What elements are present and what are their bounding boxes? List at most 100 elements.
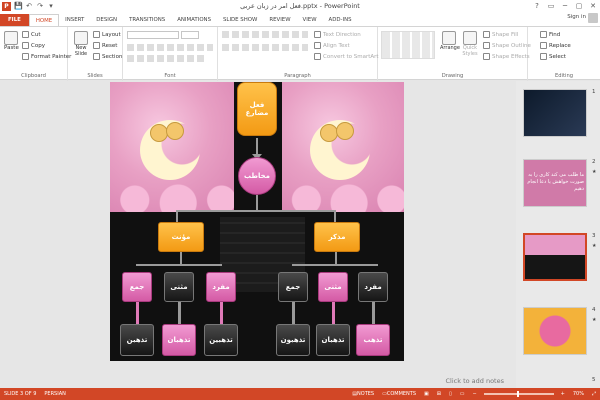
tab-insert[interactable]: INSERT: [59, 14, 90, 26]
arrange-button[interactable]: Arrange: [440, 31, 460, 51]
shape-outline-button[interactable]: Shape Outline: [483, 42, 531, 49]
clipboard-group: Paste Cut Copy Format Painter Clipboard: [0, 27, 71, 81]
tab-view[interactable]: VIEW: [297, 14, 323, 26]
text-direction-button[interactable]: Text Direction: [314, 31, 361, 38]
slide-thumbnail-2[interactable]: ما طلب می کند کاری را به صورت خواهش یا د…: [523, 159, 587, 207]
ribbon-display-icon[interactable]: ▭: [544, 0, 558, 12]
zoom-slider[interactable]: [483, 391, 554, 397]
normal-view-icon[interactable]: ▣: [420, 391, 433, 397]
list-buttons[interactable]: [222, 31, 308, 38]
find-button[interactable]: Find: [540, 31, 560, 38]
tab-transitions[interactable]: TRANSITIONS: [123, 14, 171, 26]
font-family-select[interactable]: [127, 31, 179, 39]
notes-button[interactable]: ▤ NOTES: [348, 391, 378, 397]
font-size-select[interactable]: [181, 31, 199, 39]
left-row2-box[interactable]: تذهبین: [204, 324, 238, 356]
left-row1-box[interactable]: مفرد: [206, 272, 236, 302]
zoom-out-icon[interactable]: −: [468, 391, 480, 397]
connector-line: [176, 210, 178, 222]
arrange-icon: [442, 31, 456, 45]
right-row1-box[interactable]: مثنی: [318, 272, 348, 302]
close-icon[interactable]: ✕: [586, 0, 600, 12]
left-head-box[interactable]: مؤنث: [158, 222, 204, 252]
maximize-icon[interactable]: ▢: [572, 0, 586, 12]
tab-design[interactable]: DESIGN: [90, 14, 123, 26]
slideshow-icon[interactable]: ▭: [456, 391, 469, 397]
reset-icon: [93, 42, 100, 49]
replace-icon: [540, 42, 547, 49]
notes-placeholder[interactable]: Click to add notes: [8, 374, 514, 388]
zoom-level[interactable]: 70%: [569, 391, 588, 397]
right-row1-box[interactable]: جمع: [278, 272, 308, 302]
zoom-thumb[interactable]: [516, 391, 519, 397]
slide-3[interactable]: فعل مضارع مخاطب مؤنث مذكر جمع مثنی مفرد …: [110, 82, 404, 361]
layout-icon: [93, 31, 100, 38]
format-painter-button[interactable]: Format Painter: [22, 53, 71, 60]
connector-line: [332, 302, 335, 324]
bears-picture-left[interactable]: [110, 82, 234, 212]
left-row1-box[interactable]: جمع: [122, 272, 152, 302]
connector-line: [136, 302, 139, 324]
slide-thumbnail-3[interactable]: [523, 233, 587, 281]
bears-picture-right[interactable]: [282, 82, 404, 212]
replace-button[interactable]: Replace: [540, 42, 571, 49]
help-icon[interactable]: ?: [530, 0, 544, 12]
avatar[interactable]: [588, 13, 598, 23]
align-text-button[interactable]: Align Text: [314, 42, 350, 49]
fit-slide-icon[interactable]: ⤢: [588, 391, 600, 397]
right-row2-box[interactable]: تذهبان: [316, 324, 350, 356]
shape-fill-button[interactable]: Shape Fill: [483, 31, 518, 38]
zoom-in-icon[interactable]: +: [557, 391, 569, 397]
left-row1-box[interactable]: مثنی: [164, 272, 194, 302]
title-bar: P 💾 ↶ ↷ ▾ فعل امر در زبان عربی.pptx - Po…: [0, 0, 600, 12]
tab-review[interactable]: REVIEW: [263, 14, 296, 26]
status-bar: SLIDE 3 OF 9 PERSIAN ▤ NOTES ▭ COMMENTS …: [0, 388, 600, 400]
cut-button[interactable]: Cut: [22, 31, 40, 38]
tab-add-ins[interactable]: ADD-INS: [323, 14, 358, 26]
find-icon: [540, 31, 547, 38]
ribbon: Paste Cut Copy Format Painter Clipboard …: [0, 26, 600, 81]
convert-smartart-button[interactable]: Convert to SmartArt: [314, 53, 379, 60]
animation-star-icon: ★: [592, 169, 597, 175]
reset-button[interactable]: Reset: [93, 42, 117, 49]
reading-view-icon[interactable]: ▯: [445, 391, 456, 397]
right-row1-box[interactable]: مفرد: [358, 272, 388, 302]
language-indicator[interactable]: PERSIAN: [40, 391, 69, 397]
middle-circle[interactable]: مخاطب: [238, 157, 276, 195]
minimize-icon[interactable]: ─: [558, 0, 572, 12]
select-button[interactable]: Select: [540, 53, 566, 60]
sign-in-link[interactable]: Sign in: [567, 14, 586, 20]
shapes-gallery[interactable]: [381, 31, 435, 59]
right-head-box[interactable]: مذكر: [314, 222, 360, 252]
font-style-buttons[interactable]: [127, 55, 207, 62]
right-row2-box[interactable]: تذهب: [356, 324, 390, 356]
top-box[interactable]: فعل مضارع: [237, 82, 277, 136]
layout-button[interactable]: Layout: [93, 31, 121, 38]
connector-line: [372, 302, 375, 324]
shape-effects-button[interactable]: Shape Effects: [483, 53, 530, 60]
ribbon-tabs: FILE HOME INSERT DESIGN TRANSITIONS ANIM…: [0, 12, 600, 26]
align-buttons[interactable]: [222, 44, 308, 51]
font-format-buttons[interactable]: [127, 44, 213, 51]
paste-button[interactable]: Paste: [4, 31, 19, 51]
copy-button[interactable]: Copy: [22, 42, 45, 49]
quick-styles-button[interactable]: Quick Styles: [460, 31, 480, 57]
tab-animations[interactable]: ANIMATIONS: [171, 14, 217, 26]
thumbnail-panel: 1 2 ★ ما طلب می کند کاری را به صورت خواه…: [516, 81, 600, 388]
slide-sorter-icon[interactable]: ⊞: [433, 391, 445, 397]
slides-panel-collapsed[interactable]: [0, 81, 8, 388]
select-icon: [540, 53, 547, 60]
tab-home[interactable]: HOME: [28, 14, 60, 26]
tab-file[interactable]: FILE: [0, 14, 29, 26]
left-row2-box[interactable]: تذهبان: [162, 324, 196, 356]
left-row2-box[interactable]: تذهبن: [120, 324, 154, 356]
new-slide-button[interactable]: New Slide: [71, 31, 91, 57]
slide-thumbnail-1[interactable]: [523, 89, 587, 137]
tab-slide-show[interactable]: SLIDE SHOW: [217, 14, 263, 26]
connector-line: [256, 195, 258, 210]
comments-button[interactable]: ▭ COMMENTS: [378, 391, 420, 397]
right-row2-box[interactable]: تذهبون: [276, 324, 310, 356]
slide-thumbnail-4[interactable]: [523, 307, 587, 355]
section-button[interactable]: Section: [93, 53, 122, 60]
connector-line: [334, 210, 336, 222]
